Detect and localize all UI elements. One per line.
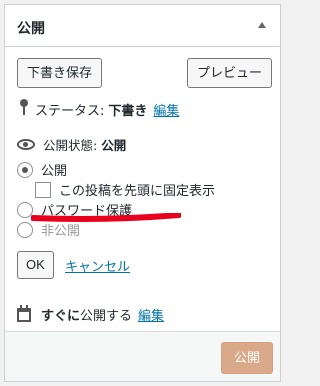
ok-button[interactable]: OK (17, 251, 54, 279)
public-radio[interactable] (17, 161, 33, 178)
edit-status-link[interactable]: 編集 (153, 100, 179, 119)
pin-icon (19, 99, 28, 115)
private-label: 非公開 (41, 224, 81, 239)
option-public[interactable]: 公開 (17, 160, 67, 179)
option-password[interactable]: パスワード保護 (17, 200, 133, 219)
save-draft-button[interactable]: 下書き保存 (17, 58, 103, 88)
panel-header: 公開 (5, 5, 280, 47)
collapse-arrow-icon[interactable] (258, 22, 266, 28)
schedule-row: すぐに 公開する 編集 (17, 304, 164, 324)
visibility-value: 公開 (101, 138, 127, 153)
calendar-icon (17, 304, 31, 322)
cancel-row: キャンセル (65, 256, 130, 275)
status-value: 下書き (108, 104, 148, 119)
sticky-label: この投稿を先頭に固定表示 (59, 184, 216, 199)
visibility-row: 公開状態: 公開 (17, 135, 126, 154)
preview-button[interactable]: プレビュー (187, 58, 273, 88)
eye-icon (17, 139, 35, 150)
password-radio[interactable] (17, 201, 33, 218)
schedule-text: 公開する (80, 309, 133, 324)
private-radio[interactable] (17, 221, 33, 238)
publish-button[interactable]: 公開 (220, 342, 273, 374)
edit-schedule-link[interactable]: 編集 (138, 305, 164, 324)
panel-footer: 公開 (5, 331, 280, 381)
option-private[interactable]: 非公開 (17, 220, 80, 239)
status-label: ステータス: (35, 104, 105, 119)
password-label: パスワード保護 (41, 204, 133, 219)
schedule-bold-text: すぐに (41, 309, 81, 324)
status-row: ステータス: 下書き 編集 (35, 100, 179, 119)
panel-title: 公開 (17, 21, 45, 37)
visibility-label: 公開状態: (43, 138, 98, 153)
sticky-checkbox[interactable] (35, 181, 51, 198)
option-sticky[interactable]: この投稿を先頭に固定表示 (35, 180, 215, 199)
public-label: 公開 (41, 164, 68, 179)
publish-panel: 公開 下書き保存 プレビュー ステータス: 下書き 編集 公開状態: 公開 公開… (4, 4, 281, 382)
cancel-link[interactable]: キャンセル (65, 256, 130, 275)
